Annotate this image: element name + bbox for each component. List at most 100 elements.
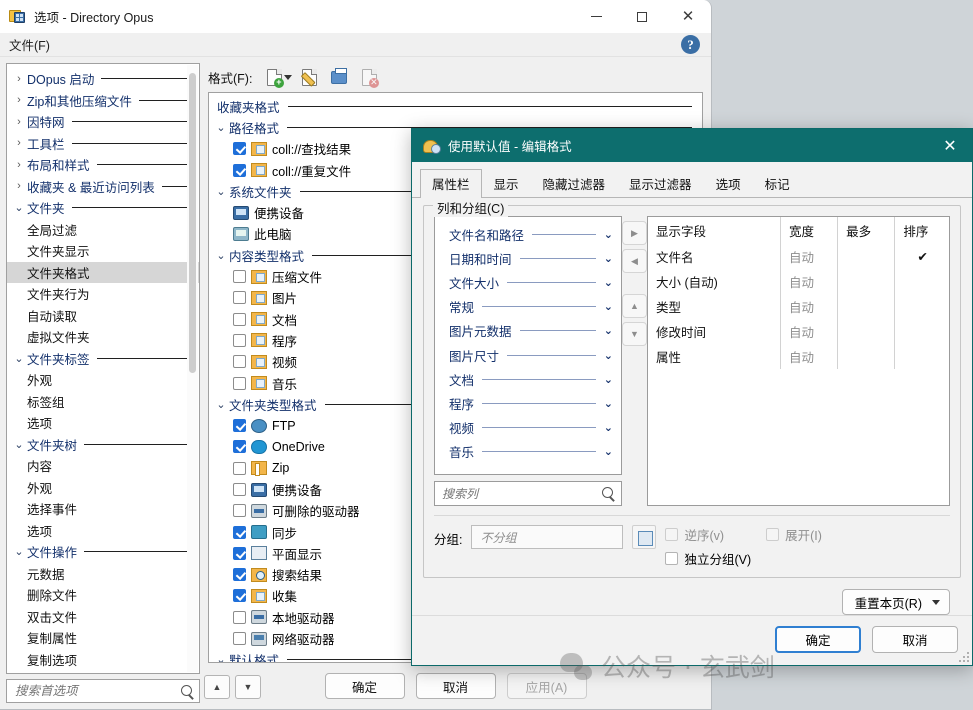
sidebar-item[interactable]: 文件夹行为	[7, 283, 199, 305]
close-button[interactable]: ✕	[665, 0, 711, 33]
sidebar-item[interactable]: 复制选项	[7, 649, 199, 671]
column-header[interactable]: 排序	[895, 217, 949, 244]
tab-0[interactable]: 属性栏	[420, 169, 482, 198]
chevron-down-icon[interactable]: ⌄	[604, 324, 613, 337]
checkbox-icon[interactable]	[233, 291, 246, 305]
tree-section[interactable]: 收藏夹格式	[209, 96, 702, 117]
separate-groups-checkbox[interactable]: 独立分组(V)	[665, 549, 751, 568]
tab-3[interactable]: 显示过滤器	[617, 169, 704, 198]
table-row[interactable]: 大小 (自动) 自动	[648, 269, 949, 294]
minimize-button[interactable]	[573, 0, 619, 33]
sidebar-item[interactable]: › Zip和其他压缩文件	[7, 90, 199, 112]
sidebar-item[interactable]: › DOpus 启动	[7, 68, 199, 90]
checkbox-icon[interactable]	[233, 355, 246, 369]
category-row[interactable]: 图片尺寸 ⌄	[435, 343, 621, 367]
sidebar-item[interactable]: 双击文件	[7, 606, 199, 628]
column-header[interactable]: 最多	[837, 217, 896, 244]
sidebar-item[interactable]: 日志	[7, 670, 199, 673]
checkbox-icon[interactable]	[233, 376, 246, 390]
chevron-down-icon[interactable]: ⌄	[604, 252, 613, 265]
category-row[interactable]: 图片元数据 ⌄	[435, 319, 621, 343]
chevron-down-icon[interactable]: ⌄	[604, 228, 613, 241]
category-row[interactable]: 文件大小 ⌄	[435, 270, 621, 294]
tab-4[interactable]: 选项	[704, 169, 753, 198]
expand-checkbox[interactable]: 展开(I)	[766, 525, 822, 544]
chevron-down-icon[interactable]: ⌄	[604, 445, 613, 458]
sidebar-item[interactable]: 外观	[7, 477, 199, 499]
tab-2[interactable]: 隐藏过滤器	[531, 169, 618, 198]
move-right-button[interactable]: ▶	[622, 221, 647, 245]
chevron-down-icon[interactable]: ⌄	[604, 276, 613, 289]
move-left-button[interactable]: ◀	[622, 249, 647, 273]
chevron-down-icon[interactable]: ⌄	[604, 397, 613, 410]
checkbox-icon[interactable]	[233, 142, 246, 156]
scroll-up-button[interactable]: ▲	[204, 675, 230, 699]
scroll-down-button[interactable]: ▼	[235, 675, 261, 699]
category-row[interactable]: 视频 ⌄	[435, 416, 621, 440]
checkbox-icon[interactable]	[233, 270, 246, 284]
move-down-button[interactable]: ▼	[622, 322, 647, 346]
sidebar-item[interactable]: 选项	[7, 520, 199, 542]
chevron-down-icon[interactable]: ⌄	[604, 421, 613, 434]
grouping-picker-button[interactable]	[632, 525, 657, 549]
sidebar-item[interactable]: › 工具栏	[7, 133, 199, 155]
category-row[interactable]: 文档 ⌄	[435, 367, 621, 391]
category-list[interactable]: 文件名和路径 ⌄ 日期和时间 ⌄ 文件大小 ⌄ 常规 ⌄ 图片元数据 ⌄ 图片尺寸 ⌄ 文档 ⌄ 程序 ⌄ 视频…	[434, 216, 622, 475]
sidebar-item[interactable]: 标签组	[7, 391, 199, 413]
sidebar-item[interactable]: ⌄ 文件操作	[7, 541, 199, 563]
checkbox-icon[interactable]	[233, 163, 246, 177]
tab-5[interactable]: 标记	[753, 169, 802, 198]
checkbox-icon[interactable]	[233, 589, 246, 603]
new-format-button[interactable]: +	[266, 65, 292, 89]
sidebar-item[interactable]: 全局过滤	[7, 219, 199, 241]
sidebar-item[interactable]: 选择事件	[7, 498, 199, 520]
sidebar-item[interactable]: ⌄ 文件夹树	[7, 434, 199, 456]
sidebar-item[interactable]: 删除文件	[7, 584, 199, 606]
delete-format-button[interactable]: ✕	[356, 65, 382, 89]
category-row[interactable]: 日期和时间 ⌄	[435, 246, 621, 270]
settings-tree[interactable]: › DOpus 启动 › Zip和其他压缩文件 › 因特网 › 工具栏 › 布局和样式 › 收藏夹 &…	[6, 63, 200, 675]
print-format-button[interactable]	[326, 65, 352, 89]
sidebar-item[interactable]: 文件夹显示	[7, 240, 199, 262]
sidebar-item[interactable]: › 因特网	[7, 111, 199, 133]
chevron-down-icon[interactable]: ⌄	[604, 300, 613, 313]
sidebar-item[interactable]: 虚拟文件夹	[7, 326, 199, 348]
sidebar-item[interactable]: 复制属性	[7, 627, 199, 649]
category-row[interactable]: 常规 ⌄	[435, 295, 621, 319]
column-search-input[interactable]	[440, 485, 601, 502]
cancel-button[interactable]: 取消	[415, 673, 496, 700]
table-row[interactable]: 类型 自动	[648, 294, 949, 319]
sidebar-item[interactable]: ⌄ 文件夹标签	[7, 348, 199, 370]
sidebar-item[interactable]: 内容	[7, 455, 199, 477]
chevron-down-icon[interactable]: ⌄	[604, 373, 613, 386]
menu-item-file[interactable]: 文件(F)	[0, 33, 59, 56]
checkbox-icon[interactable]	[233, 461, 246, 475]
sidebar-item[interactable]: ⌄ 文件夹	[7, 197, 199, 219]
checkbox-icon[interactable]	[233, 483, 246, 496]
reset-page-button[interactable]: 重置本页(R)	[841, 589, 950, 615]
dialog-close-button[interactable]: ✕	[928, 129, 972, 162]
checkbox-icon[interactable]	[233, 568, 246, 582]
search-input[interactable]	[13, 683, 180, 700]
sidebar-item[interactable]: 元数据	[7, 563, 199, 585]
category-row[interactable]: 程序 ⌄	[435, 391, 621, 415]
column-search[interactable]	[434, 481, 622, 506]
category-row[interactable]: 文件名和路径 ⌄	[435, 222, 621, 246]
column-header[interactable]: 显示字段	[648, 217, 781, 244]
sidebar-item[interactable]: 选项	[7, 412, 199, 434]
sidebar-item[interactable]: 外观	[7, 369, 199, 391]
checkbox-icon[interactable]	[233, 632, 246, 646]
checkbox-icon[interactable]	[233, 546, 246, 560]
sidebar-scrollbar[interactable]	[187, 65, 198, 673]
checkbox-icon[interactable]	[233, 504, 246, 518]
sidebar-search[interactable]	[6, 679, 200, 703]
fields-table-container[interactable]: 显示字段 宽度 最多 排序 文件名 自动 ✔ 大小 (自动) 自动 类型 自动 修改时间 自动 属性 自动	[647, 216, 950, 506]
category-row[interactable]: 音乐 ⌄	[435, 440, 621, 464]
table-row[interactable]: 修改时间 自动	[648, 319, 949, 344]
resize-grip[interactable]	[957, 650, 969, 662]
checkbox-icon[interactable]	[233, 419, 246, 433]
checkbox-icon[interactable]	[233, 610, 246, 624]
sidebar-item[interactable]: 自动读取	[7, 305, 199, 327]
checkbox-icon[interactable]	[233, 312, 246, 326]
move-up-button[interactable]: ▲	[622, 294, 647, 318]
